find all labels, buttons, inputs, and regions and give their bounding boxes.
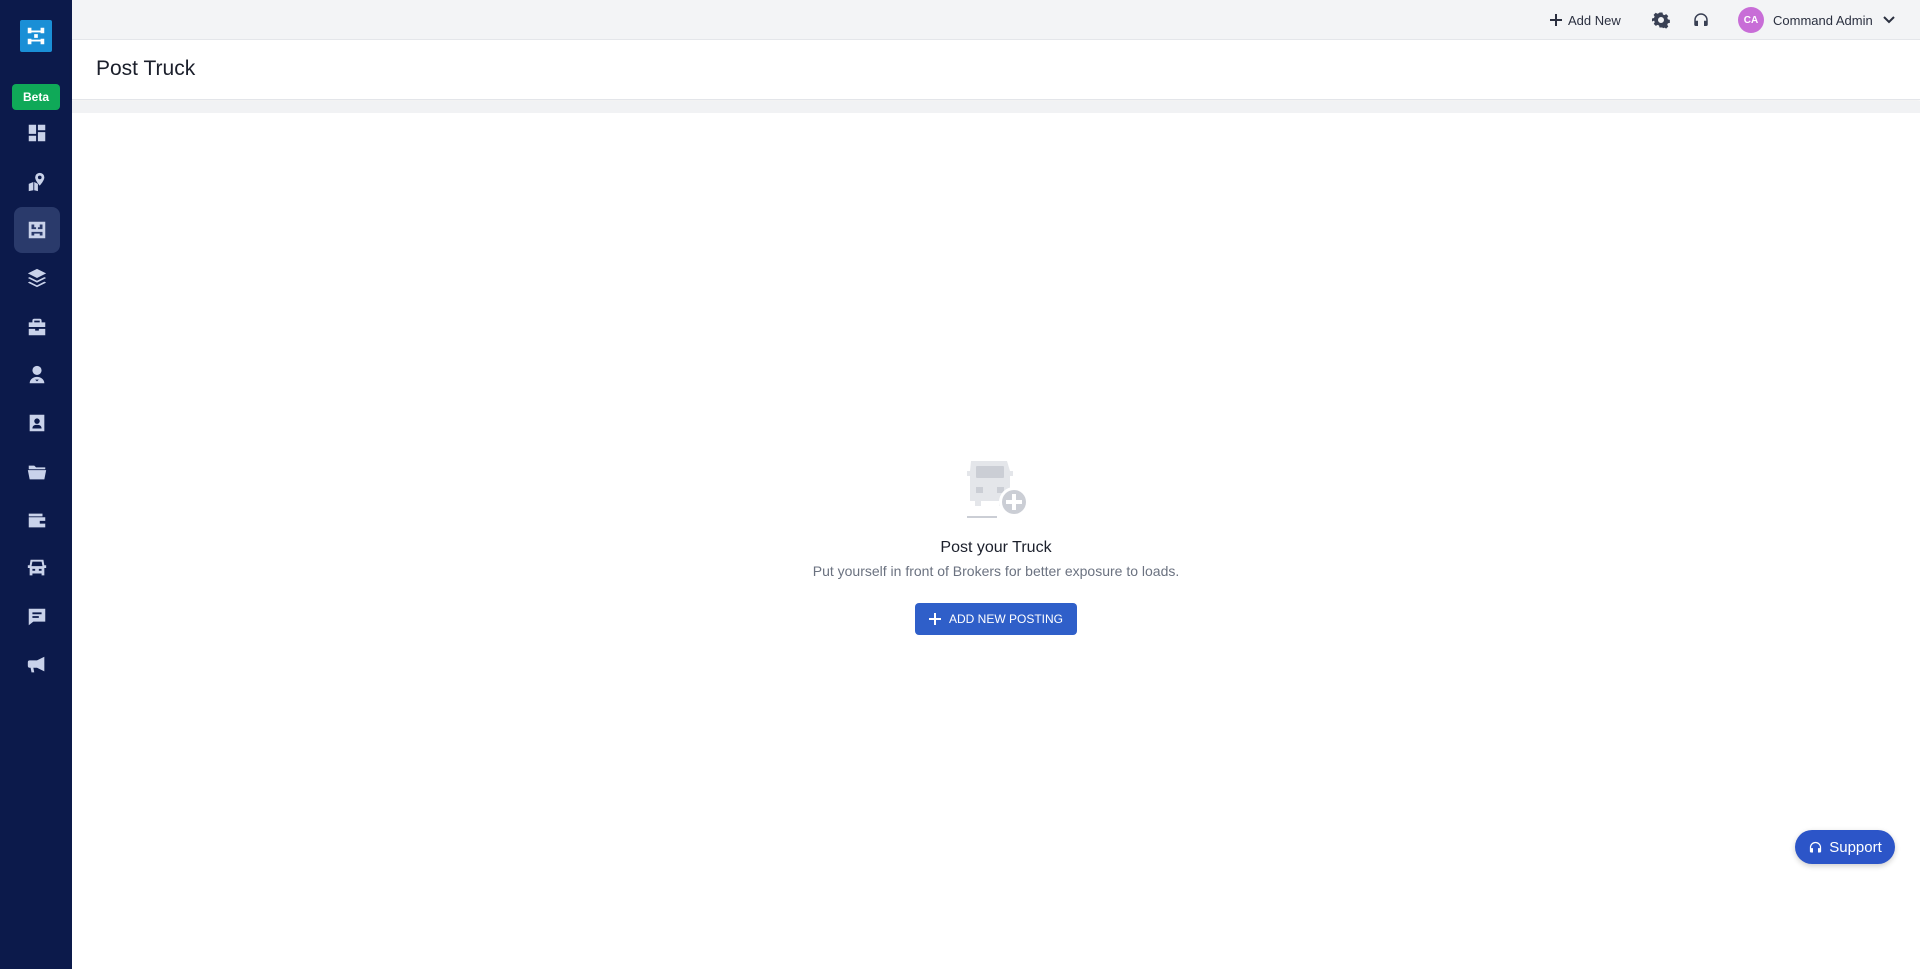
driver-icon <box>29 365 45 384</box>
sidebar-item-drivers[interactable] <box>14 352 60 398</box>
plus-icon <box>928 613 941 625</box>
page-header: Post Truck <box>72 40 1920 100</box>
sidebar-item-dashboard[interactable] <box>14 110 60 156</box>
chevron-down-icon <box>1883 16 1895 24</box>
add-new-label: Add New <box>1568 12 1621 28</box>
sidebar-item-contacts[interactable] <box>14 400 60 446</box>
sidebar-item-messages[interactable] <box>14 594 60 640</box>
sidebar-item-documents[interactable] <box>14 449 60 495</box>
wallet-icon <box>28 513 46 528</box>
help-headset-button[interactable] <box>1690 9 1712 31</box>
beta-badge: Beta <box>12 84 60 110</box>
empty-state-title: Post your Truck <box>940 539 1052 556</box>
truck-icon <box>27 559 47 576</box>
briefcase-icon <box>28 318 46 336</box>
map-pin-icon <box>28 172 45 192</box>
avatar: CA <box>1738 7 1764 33</box>
logo-icon <box>27 27 45 45</box>
sidebar-item-fleet[interactable] <box>14 545 60 591</box>
contact-card-icon <box>29 414 45 432</box>
dashboard-icon <box>28 124 46 142</box>
sidebar-item-jobs[interactable] <box>14 304 60 350</box>
message-icon <box>28 608 46 626</box>
sidebar: Beta <box>0 0 72 969</box>
sidebar-item-tracking[interactable] <box>14 159 60 205</box>
support-label: Support <box>1829 838 1882 856</box>
layers-icon <box>27 268 47 288</box>
page-title: Post Truck <box>96 57 196 80</box>
sidebar-item-loads[interactable] <box>14 255 60 301</box>
empty-state-subtitle: Put yourself in front of Brokers for bet… <box>812 563 1180 579</box>
app-logo[interactable] <box>20 20 52 52</box>
sidebar-item-billing[interactable] <box>14 497 60 543</box>
user-menu[interactable]: CA Command Admin <box>1738 7 1896 33</box>
toolbar-band <box>72 101 1920 113</box>
folder-icon <box>27 465 47 480</box>
headset-icon <box>1810 841 1822 852</box>
truck-add-illustration-icon <box>967 461 1029 518</box>
sidebar-item-announcements[interactable] <box>14 642 60 688</box>
post-truck-icon <box>28 221 46 239</box>
plus-icon <box>1550 14 1562 26</box>
settings-button[interactable] <box>1650 9 1672 31</box>
headset-icon <box>1694 13 1708 26</box>
sidebar-item-post-truck[interactable] <box>14 207 60 253</box>
add-new-button[interactable]: Add New <box>1550 9 1621 31</box>
user-name: Command Admin <box>1773 12 1873 28</box>
support-button[interactable]: Support <box>1795 830 1895 864</box>
add-new-posting-label: ADD NEW POSTING <box>948 612 1063 626</box>
megaphone-icon <box>27 656 45 673</box>
add-new-posting-button[interactable]: ADD NEW POSTING <box>915 603 1077 635</box>
gear-icon <box>1652 12 1670 29</box>
empty-state: Post your Truck Put yourself in front of… <box>72 455 1920 635</box>
top-bar: Add New CA Command Admin <box>72 0 1920 40</box>
